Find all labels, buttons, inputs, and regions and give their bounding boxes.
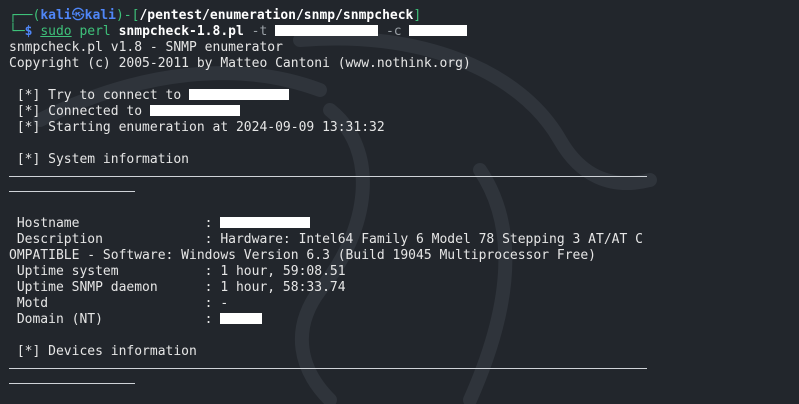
motd-line: Motd : - xyxy=(9,296,229,311)
prompt-corner-top: ┌──( xyxy=(9,8,41,23)
prompt-user: kali xyxy=(40,8,72,23)
redacted-ip xyxy=(189,89,290,100)
prompt-path-open: )-[ xyxy=(115,8,140,23)
redacted-ip xyxy=(149,105,240,116)
connected-label: [*] Connected to xyxy=(9,104,150,119)
banner-text: snmpcheck.pl v1.8 - SNMP enumerator xyxy=(9,40,283,55)
cmd-sudo: sudo xyxy=(40,24,72,39)
redacted-domain xyxy=(220,313,263,324)
description-wrap-line: OMPATIBLE - Software: Windows Version 6.… xyxy=(9,248,596,263)
redacted-hostname xyxy=(220,217,311,228)
prompt-dollar: $ xyxy=(24,24,33,39)
prompt-host: kali xyxy=(84,8,116,23)
connected-line: [*] Connected to xyxy=(9,104,240,120)
hostname-line: Hostname : xyxy=(9,216,311,232)
cmd-perl: perl xyxy=(79,24,111,39)
try-connect-label: [*] Try to connect to xyxy=(9,88,190,103)
cmd-script: snmpcheck-1.8.pl xyxy=(118,24,244,39)
prompt-path: /pentest/enumeration/snmp/snmpcheck xyxy=(139,8,414,23)
try-connect-line: [*] Try to connect to xyxy=(9,88,290,104)
section-system-information: [*] System information xyxy=(9,152,190,167)
prompt-at-symbol: ㉿ xyxy=(71,8,85,23)
section-divider-short xyxy=(9,191,135,192)
prompt-path-close: ] xyxy=(413,8,422,23)
prompt-header: ┌──(kali㉿kali)-[/pentest/enumeration/snm… xyxy=(9,8,421,24)
cmd-flag-t: -t xyxy=(251,24,268,39)
hostname-label: Hostname : xyxy=(9,216,221,231)
terminal-window[interactable]: ┌──(kali㉿kali)-[/pentest/enumeration/snm… xyxy=(0,0,799,404)
section-devices-information: [*] Devices information xyxy=(9,344,197,359)
domain-line: Domain (NT) : xyxy=(9,312,263,328)
uptime-snmp-line: Uptime SNMP daemon : 1 hour, 58:33.74 xyxy=(9,280,346,295)
description-line: Description : Hardware: Intel64 Family 6… xyxy=(9,232,643,247)
command-line[interactable]: └─$ sudo perl snmpcheck-1.8.pl -t -c xyxy=(9,24,468,40)
redacted-community xyxy=(409,25,468,36)
section-divider xyxy=(9,368,647,369)
starting-line: [*] Starting enumeration at 2024-09-09 1… xyxy=(9,120,385,135)
copyright-text: Copyright (c) 2005-2011 by Matteo Canton… xyxy=(9,56,471,71)
domain-label: Domain (NT) : xyxy=(9,312,221,327)
uptime-system-line: Uptime system : 1 hour, 59:08.51 xyxy=(9,264,346,279)
redacted-target xyxy=(275,25,379,36)
prompt-corner-bottom: └─ xyxy=(9,24,25,39)
section-divider xyxy=(9,176,647,177)
cmd-flag-c: -c xyxy=(385,24,402,39)
section-divider-short xyxy=(9,383,135,384)
